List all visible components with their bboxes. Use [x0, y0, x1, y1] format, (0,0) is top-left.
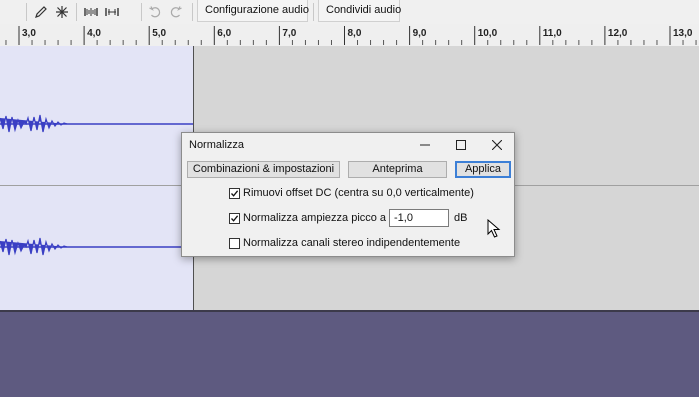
- ruler-tick-label: 12,0: [608, 28, 628, 39]
- peak-amplitude-input[interactable]: [389, 209, 449, 227]
- toolbar-separator: [141, 3, 142, 21]
- stereo-independent-label: Normalizza canali stereo indipendentemen…: [243, 237, 461, 249]
- effects-config-button[interactable]: Configurazione audio: [197, 0, 309, 22]
- normalize-peak-label: Normalizza ampiezza picco a: [243, 212, 387, 224]
- ruler-tick-label: 6,0: [217, 28, 231, 39]
- toolbar: Configurazione audio Condividi audio: [0, 0, 699, 25]
- ruler-tick-label: 3,0: [22, 28, 36, 39]
- ruler-tick-label: 8,0: [348, 28, 362, 39]
- waveform-right-channel: [0, 237, 193, 256]
- track-bottom-border: [0, 310, 699, 312]
- toolbar-separator: [26, 3, 27, 21]
- dialog-title: Normalizza: [189, 139, 245, 151]
- track-selection[interactable]: [0, 46, 194, 310]
- trim-icon[interactable]: [82, 2, 100, 22]
- stereo-independent-option[interactable]: Normalizza canali stereo indipendentemen…: [229, 237, 460, 249]
- ruler-tick-label: 10,0: [478, 28, 498, 39]
- ruler-tick-label: 4,0: [87, 28, 101, 39]
- minimize-icon[interactable]: [411, 135, 439, 155]
- normalize-peak-option[interactable]: Normalizza ampiezza picco a: [229, 212, 386, 224]
- redo-icon[interactable]: [167, 2, 185, 22]
- apply-button[interactable]: Applica: [455, 161, 511, 178]
- silence-icon[interactable]: [103, 2, 121, 22]
- ruler-ticks: 3,0 4,0 5,0 6,0 7,0 8,0 9,0 10,0 11,0 12,0 13,0: [5, 26, 697, 45]
- ruler-tick-label: 5,0: [152, 28, 166, 39]
- presets-settings-button[interactable]: Combinazioni & impostazioni: [187, 161, 340, 178]
- undo-icon[interactable]: [146, 2, 164, 22]
- remove-dc-offset-option[interactable]: Rimuovi offset DC (centra su 0,0 vertica…: [229, 187, 474, 199]
- remove-dc-offset-checkbox[interactable]: [229, 187, 240, 199]
- ruler-tick-label: 7,0: [282, 28, 296, 39]
- peak-unit-label: dB: [454, 212, 468, 224]
- toolbar-separator: [76, 3, 77, 21]
- pencil-icon[interactable]: [32, 2, 50, 22]
- ruler-tick-label: 11,0: [543, 28, 562, 39]
- preview-button[interactable]: Anteprima: [348, 161, 447, 178]
- normalize-peak-checkbox[interactable]: [229, 212, 240, 224]
- close-icon[interactable]: [483, 135, 511, 155]
- ruler-tick-label: 9,0: [413, 28, 427, 39]
- ruler-tick-label: 13,0: [673, 28, 693, 39]
- multi-tool-icon[interactable]: [53, 2, 71, 22]
- mouse-pointer-icon: [487, 219, 501, 238]
- share-audio-button[interactable]: Condividi audio: [318, 0, 401, 22]
- timeline-ruler[interactable]: 3,0 4,0 5,0 6,0 7,0 8,0 9,0 10,0 11,0 12,0 13,0: [0, 24, 699, 47]
- maximize-icon[interactable]: [447, 135, 475, 155]
- toolbar-separator: [313, 3, 314, 21]
- stereo-independent-checkbox[interactable]: [229, 237, 240, 249]
- normalize-dialog: Normalizza Combinazioni & impostazioni A…: [181, 132, 515, 257]
- waveform-left-channel: [0, 114, 193, 133]
- toolbar-separator: [192, 3, 193, 21]
- remove-dc-offset-label: Rimuovi offset DC (centra su 0,0 vertica…: [243, 187, 474, 199]
